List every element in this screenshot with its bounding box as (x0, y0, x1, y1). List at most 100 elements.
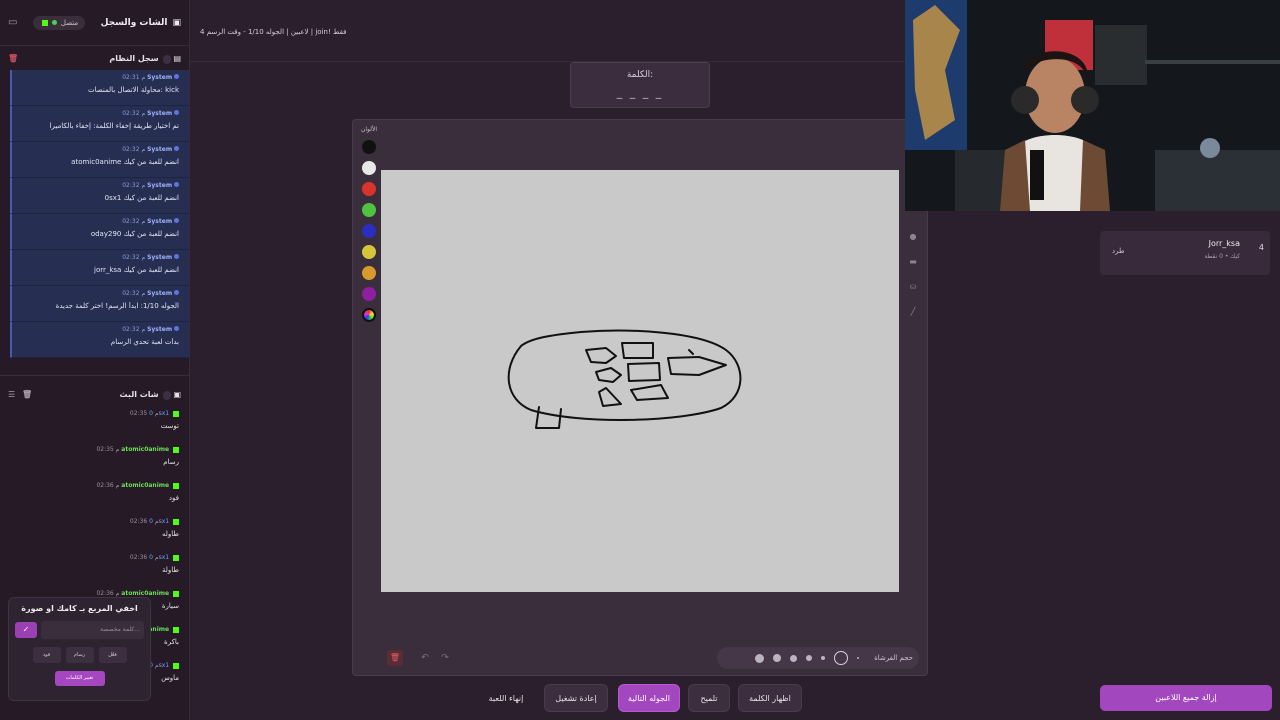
message-text: توست (160, 422, 179, 430)
system-dot-icon (174, 254, 179, 259)
message-text: 0sx1 انضم للعبة من كيك (104, 194, 179, 202)
drawing-strokes (507, 329, 742, 429)
chat-message: 02:35 م atomic0anime رسام (0, 442, 189, 478)
kick-logo-icon (173, 554, 179, 561)
message-text: atomic0anime انضم للعبة من كيك (71, 158, 179, 166)
kick-player-button[interactable]: طرد (1112, 247, 1125, 255)
color-swatch-5[interactable] (362, 245, 376, 259)
chat-message: 02:35 م 0sx1 توست (0, 406, 189, 442)
color-swatch-1[interactable] (362, 161, 376, 175)
trash-icon[interactable]: 🗑 (8, 54, 18, 63)
message-text: الجوله 1/10: ابدأ الرسم! اختر كلمة جديدة (55, 302, 179, 310)
undo-icon[interactable]: ↶ (417, 650, 433, 666)
system-log-header: 🗑 سجل النظام ▤ (0, 46, 189, 70)
change-words-button[interactable]: تغيير الكلمات (54, 671, 105, 686)
word-box: الكلمة: _ _ _ _ (570, 62, 710, 108)
brush-size-2[interactable] (821, 656, 826, 660)
next-round-button[interactable]: الجوله التالية (618, 684, 680, 712)
system-dot-icon (174, 110, 179, 115)
message-user[interactable]: 0sx1 (149, 410, 169, 417)
filter-icon[interactable]: ☰ (8, 390, 15, 399)
message-text: رسام (163, 458, 179, 466)
eraser-icon[interactable]: ▬ (905, 254, 921, 270)
word-label: الكلمة: (626, 70, 654, 80)
color-swatch-4[interactable] (362, 224, 376, 238)
message-user[interactable]: atomic0anime (121, 446, 169, 453)
message-time: 02:32 م (122, 146, 146, 153)
message-time: 02:36 م (96, 590, 120, 597)
game-info-text: 4 لاعبين | الجوله 1/10 - وقت الرسم | joi… (200, 28, 347, 36)
message-sender: System (147, 218, 173, 225)
message-user[interactable]: atomic0anime (121, 590, 169, 597)
player-name: Jorr_ksa (1208, 239, 1240, 248)
reveal-word-button[interactable]: اظهار الكلمة (738, 684, 802, 712)
kick-logo-icon (173, 626, 179, 633)
custom-color-swatch[interactable] (362, 308, 376, 322)
redo-icon[interactable]: ↷ (437, 650, 453, 666)
message-time: 02:35 م (96, 446, 120, 453)
brush-size-4[interactable] (790, 654, 798, 662)
color-swatch-0[interactable] (362, 140, 376, 154)
drawing-canvas[interactable] (381, 170, 899, 592)
message-time: 02:32 م (122, 326, 146, 333)
kick-logo-icon (173, 410, 179, 417)
system-log-title: سجل النظام (109, 53, 159, 63)
kick-logo-icon (173, 482, 179, 489)
clear-chat-icon[interactable]: 🗑 (22, 390, 32, 399)
message-text: فود (168, 494, 179, 502)
log-icon: ▤ (173, 53, 181, 63)
system-log-list[interactable]: 02:31 م System محاولة الاتصال بالمنصات: … (0, 70, 189, 376)
message-user[interactable]: 0sx1 (149, 662, 169, 669)
brush-size-selected[interactable] (834, 651, 849, 665)
color-swatch-2[interactable] (362, 182, 376, 196)
sidebar-header: ▭ متصل الشات والسجل ▣ (0, 0, 189, 46)
custom-word-input[interactable]: كلمة مخصصة... (41, 621, 144, 639)
clear-canvas-button[interactable]: 🗑 (387, 650, 403, 666)
brush-size-3[interactable] (806, 655, 813, 661)
layout-toggle-icon[interactable]: ▭ (8, 17, 17, 28)
message-text: بدأت لعبة تحدي الرسام (110, 338, 179, 346)
message-time: 02:32 م (122, 110, 146, 117)
message-user[interactable]: 0sx1 (149, 518, 169, 525)
color-swatch-7[interactable] (362, 287, 376, 301)
message-user[interactable]: 0sx1 (149, 554, 169, 561)
confirm-button[interactable]: ✓ (15, 622, 37, 638)
restart-button[interactable]: إعادة تشغيل (544, 684, 608, 712)
game-top-bar: 4 لاعبين | الجوله 1/10 - وقت الرسم | joi… (190, 0, 905, 62)
message-text: تم اختيار طريقة إخفاء الكلمة: إخفاء بالك… (49, 122, 179, 130)
brush-size-label: حجم الفرشاة (874, 654, 913, 662)
system-log-item: 02:32 م System تم اختيار طريقة إخفاء الك… (10, 106, 189, 142)
brush-size-5[interactable] (773, 654, 782, 662)
message-sender: System (147, 74, 173, 81)
message-time: 02:32 م (122, 218, 146, 225)
end-game-button[interactable]: إنهاء اللعبة (478, 684, 534, 712)
kick-logo-icon (41, 19, 48, 26)
color-swatch-3[interactable] (362, 203, 376, 217)
message-time: 02:32 م (122, 182, 146, 189)
system-dot-icon (174, 218, 179, 223)
remove-all-players-button[interactable]: إزالة جميع اللاعبين (1100, 685, 1272, 711)
brush-dot-icon[interactable]: ● (905, 229, 921, 245)
hint-button[interactable]: تلميح (688, 684, 730, 712)
fill-bucket-icon[interactable]: ⛀ (905, 279, 921, 295)
message-user[interactable]: atomic0anime (121, 482, 169, 489)
popup-option-1-button[interactable]: فعّل (98, 647, 127, 663)
kick-logo-icon (173, 446, 179, 453)
player-score: كيك • 0 نقطة (1204, 253, 1240, 260)
brush-size-1[interactable] (857, 657, 860, 659)
player-card: 4 Jorr_ksa كيك • 0 نقطة طرد (1100, 231, 1270, 275)
system-log-item: 02:32 م System الجوله 1/10: ابدأ الرسم! … (10, 286, 189, 322)
line-tool-icon[interactable]: ╱ (905, 304, 921, 320)
live-chat-header: ☰ 🗑 شات البث ▣ (0, 382, 189, 406)
system-log-item: 02:32 م System oday290 انضم للعبة من كيك (10, 214, 189, 250)
brush-size-6[interactable] (755, 653, 765, 663)
system-log-item: 02:31 م System محاولة الاتصال بالمنصات: … (10, 70, 189, 106)
chat-message: 02:36 م atomic0anime فود (0, 478, 189, 514)
message-text: طاولة (162, 566, 179, 574)
popup-title: اخفي المربع بـ كامك او صورة (21, 604, 138, 613)
webcam-feed (905, 0, 1280, 211)
popup-option-2-button[interactable]: رسام (65, 647, 94, 663)
system-log-item: 02:32 م System jorr_ksa انضم للعبة من كي… (10, 250, 189, 286)
popup-option-3-button[interactable]: فود (32, 647, 61, 663)
color-swatch-6[interactable] (362, 266, 376, 280)
